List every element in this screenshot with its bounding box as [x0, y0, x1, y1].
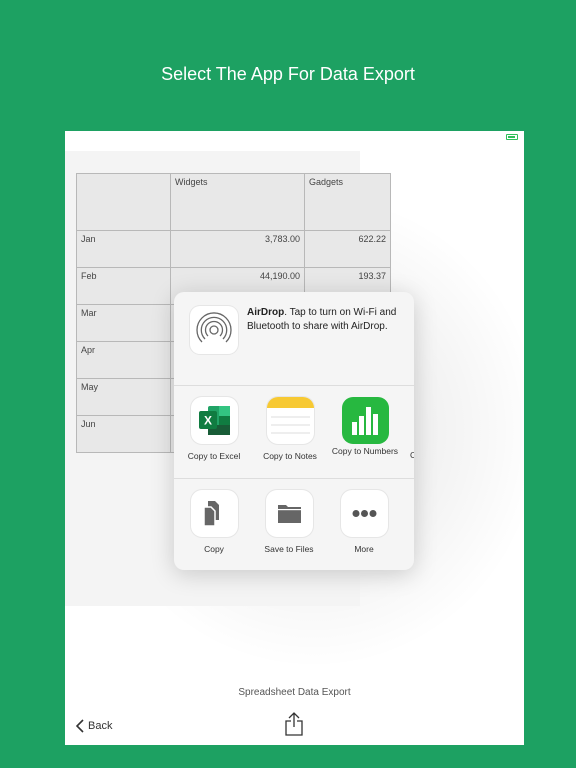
action-label: Save to Files — [264, 544, 314, 554]
more-button[interactable]: More — [329, 490, 399, 554]
copy-to-excel-button[interactable]: X Copy to Excel — [179, 397, 249, 461]
numbers-icon — [341, 397, 389, 444]
widgets-cell[interactable]: 3,783.00 — [170, 230, 305, 268]
save-to-files-button[interactable]: Save to Files — [254, 490, 324, 554]
chevron-left-icon — [76, 719, 84, 733]
back-label: Back — [88, 720, 113, 732]
excel-icon: X — [190, 397, 238, 444]
gadgets-cell[interactable]: 622.22 — [304, 230, 391, 268]
airdrop-title: AirDrop — [247, 307, 285, 318]
actions-row: Copy Save to Files More — [174, 479, 414, 570]
app-label: Copy to Excel — [187, 451, 241, 461]
back-button[interactable]: Back — [76, 719, 112, 733]
copy-button[interactable]: Copy — [179, 490, 249, 554]
month-cell[interactable]: Jun — [76, 415, 171, 453]
month-cell[interactable]: Feb — [76, 267, 171, 305]
app-label: Copy to Numbers — [331, 446, 399, 456]
app-label: Copy to Notes — [263, 451, 317, 461]
month-cell[interactable]: Apr — [76, 341, 171, 379]
page-title: Spreadsheet Data Export — [238, 687, 351, 698]
headline: Select The App For Data Export — [161, 64, 415, 84]
month-cell[interactable]: May — [76, 378, 171, 416]
share-sheet: AirDrop. Tap to turn on Wi-Fi and Blueto… — [174, 292, 414, 570]
airdrop-section[interactable]: AirDrop. Tap to turn on Wi-Fi and Blueto… — [174, 292, 414, 386]
svg-text:X: X — [203, 414, 211, 428]
month-cell[interactable]: Jan — [76, 230, 171, 268]
share-button[interactable] — [284, 711, 304, 742]
battery-icon — [506, 134, 518, 140]
folder-icon — [265, 490, 313, 537]
table-row: Jan 3,783.00 622.22 — [76, 230, 391, 268]
header-row: Widgets Gadgets — [76, 173, 391, 231]
cut-off-app-label: C — [410, 450, 414, 460]
copy-to-numbers-button[interactable]: Copy to Numbers — [330, 397, 400, 456]
action-label: Copy — [204, 544, 224, 554]
header-cell[interactable] — [76, 173, 171, 231]
share-icon — [285, 712, 303, 736]
apps-row: X Copy to Excel Copy to Notes Copy to Nu… — [174, 386, 414, 479]
airdrop-description: AirDrop. Tap to turn on Wi-Fi and Blueto… — [247, 306, 407, 333]
notes-icon — [266, 397, 314, 444]
header-cell-gadgets[interactable]: Gadgets — [304, 173, 391, 231]
month-cell[interactable]: Mar — [76, 304, 171, 342]
copy-to-notes-button[interactable]: Copy to Notes — [255, 397, 325, 461]
action-label: More — [354, 544, 374, 554]
copy-icon — [190, 490, 238, 537]
airdrop-icon[interactable] — [190, 306, 238, 354]
more-icon — [340, 490, 388, 537]
header-cell-widgets[interactable]: Widgets — [170, 173, 305, 231]
